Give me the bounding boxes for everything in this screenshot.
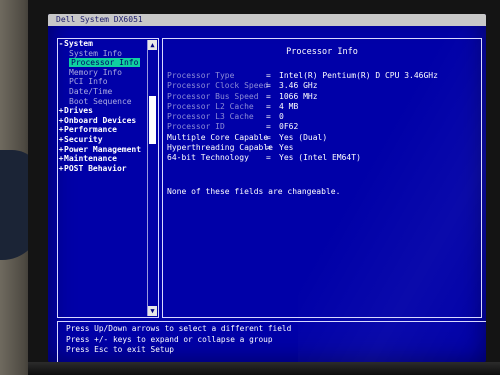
field-label: 64-bit Technology	[167, 153, 249, 163]
nav-group-security[interactable]: +Security	[58, 135, 146, 145]
field-value: 1066 MHz	[279, 91, 318, 101]
nav-group-system[interactable]: -System	[58, 39, 146, 49]
field-value: Yes	[279, 143, 294, 153]
nav-group-label: Power Management	[64, 144, 142, 154]
nav-item-label: Boot Sequence	[69, 96, 132, 106]
field-value: 0F62	[279, 122, 299, 132]
nav-scrollbar[interactable]: ▲ ▼	[147, 40, 157, 316]
bios-screen: Dell System DX6051 -System System Info P…	[48, 14, 486, 362]
field-label: Hyperthreading Capable	[167, 143, 273, 153]
nav-group-label: Performance	[64, 125, 117, 135]
row-processor-type: Processor Type = Intel(R) Pentium(R) D CPU…	[167, 71, 477, 81]
navigation-pane: -System System Info Processor Info Memor…	[57, 38, 159, 318]
nav-group-onboard-devices[interactable]: +Onboard Devices	[58, 116, 146, 126]
system-title: Dell System DX6051	[48, 14, 486, 26]
field-label: Processor L3 Cache	[167, 112, 254, 122]
field-label: Processor Bus Speed	[167, 91, 259, 101]
scroll-down-icon[interactable]: ▼	[148, 306, 157, 316]
help-line: Press Esc to exit Setup	[66, 345, 174, 354]
nav-group-post-behavior[interactable]: +POST Behavior	[58, 164, 146, 174]
field-value: Yes (Dual)	[279, 132, 328, 142]
nav-item-label: System Info	[69, 48, 122, 58]
nav-group-label: System	[64, 39, 93, 48]
nav-group-power-management[interactable]: +Power Management	[58, 145, 146, 155]
nav-item-memory-info[interactable]: Memory Info	[58, 68, 146, 78]
equals-sign: =	[266, 132, 271, 142]
nav-list: -System System Info Processor Info Memor…	[58, 39, 146, 173]
nav-item-date-time[interactable]: Date/Time	[58, 87, 146, 97]
field-label: Processor Clock Speed	[167, 81, 269, 91]
nav-item-pci-info[interactable]: PCI Info	[58, 77, 146, 87]
nav-item-boot-sequence[interactable]: Boot Sequence	[58, 97, 146, 107]
field-value: 3.46 GHz	[279, 81, 318, 91]
row-hyperthreading: Hyperthreading Capable= Yes	[167, 143, 477, 153]
detail-pane: Processor Info Processor Type = Intel(R) P…	[162, 38, 482, 318]
scroll-up-icon[interactable]: ▲	[148, 40, 157, 50]
field-value: 4 MB	[279, 101, 299, 111]
help-bar: Press Up/Down arrows to select a differe…	[57, 321, 486, 362]
monitor-bezel-bottom	[28, 362, 500, 375]
nav-item-label: Memory Info	[69, 67, 122, 77]
equals-sign: =	[266, 122, 271, 132]
row-l3-cache: Processor L3 Cache = 0	[167, 112, 477, 122]
nav-group-label: POST Behavior	[64, 163, 127, 173]
equals-sign: =	[266, 112, 271, 122]
nav-item-label: Processor Info	[69, 58, 141, 68]
nav-item-processor-info[interactable]: Processor Info	[58, 58, 146, 68]
field-label: Processor L2 Cache	[167, 101, 254, 111]
row-multiple-core: Multiple Core Capable= Yes (Dual)	[167, 133, 477, 143]
help-line: Press Up/Down arrows to select a differe…	[66, 324, 292, 333]
detail-title: Processor Info	[286, 47, 358, 57]
info-rows: Processor Type = Intel(R) Pentium(R) D CPU…	[167, 71, 477, 164]
field-value: Yes (Intel EM64T)	[279, 153, 361, 163]
nav-group-drives[interactable]: +Drives	[58, 106, 146, 116]
equals-sign: =	[266, 91, 271, 101]
field-label: Processor ID	[167, 122, 225, 132]
nav-item-label: Date/Time	[69, 86, 113, 96]
field-value: Intel(R) Pentium(R) D CPU 3.46GHz	[279, 71, 438, 80]
row-clock-speed: Processor Clock Speed= 3.46 GHz	[167, 81, 477, 91]
scroll-thumb[interactable]	[149, 96, 156, 144]
nav-group-label: Onboard Devices	[64, 115, 137, 125]
read-only-note: None of these fields are changeable.	[167, 187, 341, 196]
row-bus-speed: Processor Bus Speed = 1066 MHz	[167, 92, 477, 102]
nav-group-performance[interactable]: +Performance	[58, 125, 146, 135]
field-value: 0	[279, 112, 284, 122]
equals-sign: =	[266, 153, 271, 163]
equals-sign: =	[266, 101, 271, 111]
nav-item-system-info[interactable]: System Info	[58, 49, 146, 59]
nav-group-label: Maintenance	[64, 154, 117, 164]
nav-item-label: PCI Info	[69, 77, 108, 87]
nav-group-maintenance[interactable]: +Maintenance	[58, 154, 146, 164]
equals-sign: =	[266, 71, 271, 80]
row-l2-cache: Processor L2 Cache = 4 MB	[167, 102, 477, 112]
equals-sign: =	[266, 81, 271, 91]
nav-group-label: Security	[64, 134, 103, 144]
row-64bit: 64-bit Technology = Yes (Intel EM64T)	[167, 153, 477, 163]
row-processor-id: Processor ID = 0F62	[167, 122, 477, 132]
equals-sign: =	[266, 143, 271, 153]
field-label: Multiple Core Capable	[167, 132, 269, 142]
nav-group-label: Drives	[64, 106, 93, 116]
help-line: Press +/- keys to expand or collapse a g…	[66, 334, 273, 344]
field-label: Processor Type	[167, 71, 235, 80]
